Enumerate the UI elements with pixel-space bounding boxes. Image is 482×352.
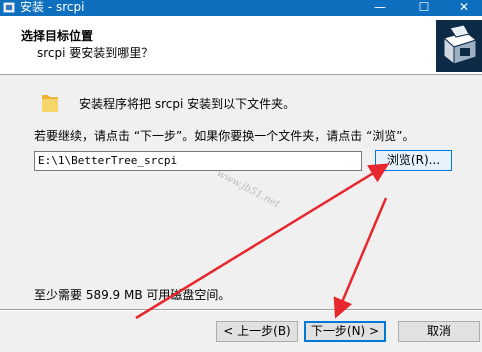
page-subtitle: srcpi 要安装到哪里？ [37,46,154,60]
cancel-button[interactable]: 取消 [398,321,480,342]
watermark: www.jb51.net [214,168,282,211]
instruction-text: 若要继续，请点击 “下一步”。如果你要换一个文件夹，请点击 “浏览”。 [34,129,415,143]
folder-icon [42,95,58,112]
arrow-to-next [333,197,388,319]
close-button[interactable]: ✕ [446,0,482,16]
disk-space-text: 至少需要 589.9 MB 可用磁盘空间。 [34,288,231,302]
footer-divider-highlight [0,310,482,311]
wizard-header: 选择目标位置 srcpi 要安装到哪里？ [0,16,482,75]
browse-button[interactable]: 浏览(R)... [375,150,452,171]
installer-icon [3,2,15,13]
title-bar[interactable]: 安装 - srcpi — ☐ ✕ [0,0,482,16]
installer-window: 安装 - srcpi — ☐ ✕ 选择目标位置 srcpi 要安装到哪里？ 安装… [0,0,482,352]
minimize-button[interactable]: — [358,0,402,16]
install-path-input[interactable]: E:\1\BetterTree_srcpi [34,151,362,171]
intro-text: 安装程序将把 srcpi 安装到以下文件夹。 [79,97,296,111]
back-button[interactable]: < 上一步(B) [216,321,298,342]
maximize-button[interactable]: ☐ [402,0,446,16]
page-title: 选择目标位置 [21,29,94,43]
window-title: 安装 - srcpi [20,0,85,14]
installer-box-logo [436,20,482,72]
next-button[interactable]: 下一步(N) > [304,321,386,342]
